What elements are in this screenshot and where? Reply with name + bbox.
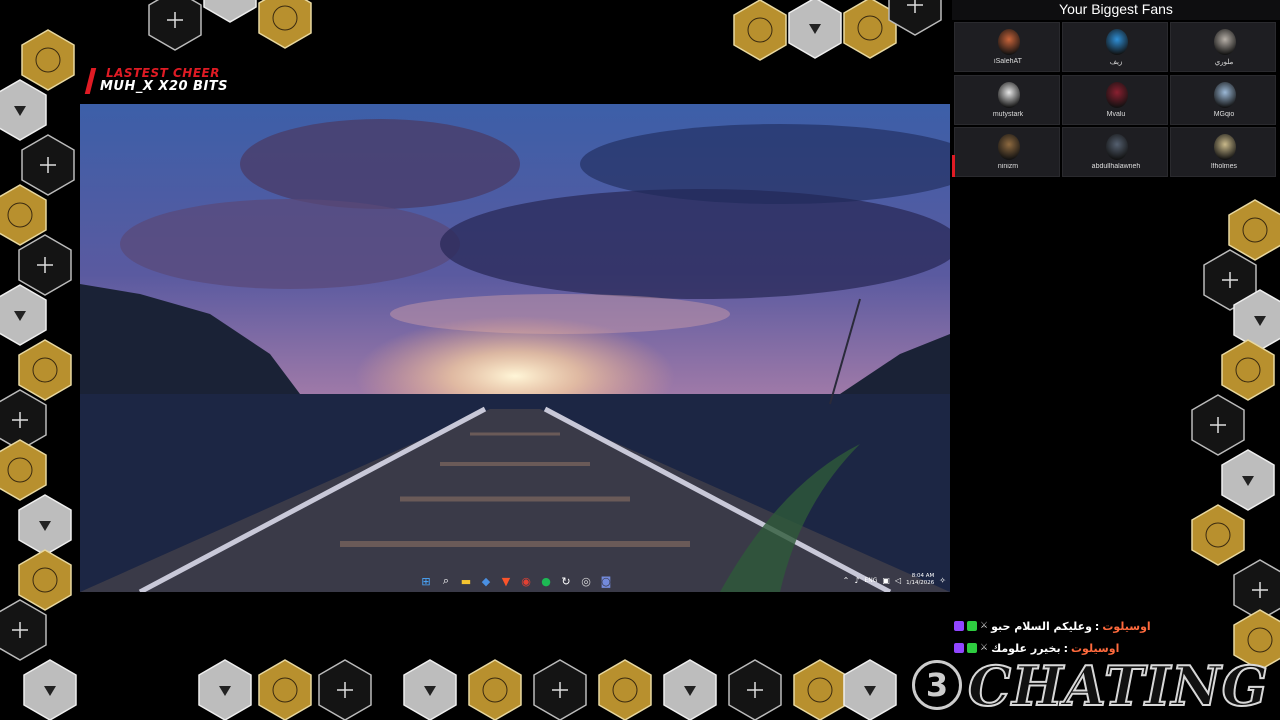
- cheer-heading: LASTEST CHEER: [106, 66, 220, 80]
- clock-date: 1/14/2026: [906, 580, 935, 586]
- avatar: [998, 29, 1020, 55]
- fan-card[interactable]: iSalehAT: [954, 22, 1060, 72]
- checkmark-badge-icon: [967, 621, 977, 631]
- fan-name: Mvalu: [1106, 111, 1126, 118]
- latest-cheer-widget: LASTEST CHEER MUH_X X20 BITS: [84, 66, 268, 96]
- system-tray: ⌃ ♪ ENG ▣ ◁ 8:04 AM 1/14/2026 ✧: [843, 573, 946, 587]
- fan-name: ninizm: [997, 163, 1019, 170]
- fan-card[interactable]: ninizm: [954, 127, 1060, 177]
- avatar: [998, 82, 1020, 108]
- chat-line: ⚔ وعليكم السلام حبو : اوسيلوت: [954, 615, 1214, 637]
- refresh-icon[interactable]: ↻: [558, 573, 574, 589]
- chat-message: وعليكم السلام حبو: [991, 619, 1092, 633]
- chat-username: اوسيلوت: [1102, 619, 1151, 633]
- avatar: [998, 134, 1020, 160]
- fan-card[interactable]: lfholmes: [1170, 127, 1276, 177]
- cheer-detail: MUH_X X20 BITS: [100, 79, 229, 94]
- fan-card[interactable]: MGqio: [1170, 75, 1276, 125]
- fan-name: abdullhalawneh: [1091, 163, 1141, 170]
- avatar: [1214, 29, 1236, 55]
- avatar: [1214, 82, 1236, 108]
- taskbar-apps: ⊞ ⌕ ▬ ◆ ▼ ◉ ● ↻ ◎ ◙: [418, 573, 614, 589]
- language-indicator[interactable]: ENG: [864, 577, 877, 584]
- channel-logo: 3 CHATING: [910, 652, 1270, 719]
- brave-icon[interactable]: ▼: [498, 573, 514, 589]
- search-icon[interactable]: ⌕: [438, 573, 454, 589]
- logo-number: 3: [912, 660, 962, 710]
- biggest-fans-panel: Your Biggest Fans iSalehAT زيف ملوري mutyst…: [952, 0, 1280, 180]
- store-icon[interactable]: ◆: [478, 573, 494, 589]
- subscriber-badge-icon: [954, 621, 964, 631]
- chevron-up-icon[interactable]: ⌃: [843, 576, 850, 585]
- fan-name: زيف: [1109, 59, 1123, 66]
- fan-card[interactable]: زيف: [1062, 22, 1168, 72]
- fan-name: mutystark: [992, 111, 1024, 118]
- fans-title: Your Biggest Fans: [952, 0, 1280, 20]
- fan-card[interactable]: ملوري: [1170, 22, 1276, 72]
- avatar: [1106, 29, 1128, 55]
- volume-icon[interactable]: ◁: [895, 576, 901, 585]
- windows-taskbar: ⊞ ⌕ ▬ ◆ ▼ ◉ ● ↻ ◎ ◙ ⌃ ♪ ENG ▣ ◁ 8:04 AM …: [80, 570, 950, 592]
- fan-name: iSalehAT: [994, 58, 1022, 65]
- microphone-icon[interactable]: ♪: [854, 576, 859, 585]
- fan-card[interactable]: mutystark: [954, 75, 1060, 125]
- spotify-icon[interactable]: ●: [538, 573, 554, 589]
- fan-name: lfholmes: [1210, 163, 1238, 170]
- clock-time: 8:04 AM: [911, 573, 935, 579]
- windows-start-icon[interactable]: ⊞: [418, 573, 434, 589]
- obs-icon[interactable]: ◎: [578, 573, 594, 589]
- discord-icon[interactable]: ◙: [598, 573, 614, 589]
- avatar: [1214, 134, 1236, 160]
- avatar: [1106, 134, 1128, 160]
- taskbar-clock[interactable]: 8:04 AM 1/14/2026: [906, 573, 934, 587]
- chrome-icon[interactable]: ◉: [518, 573, 534, 589]
- sword-badge-icon: ⚔: [980, 621, 989, 631]
- avatar: [1106, 82, 1128, 108]
- desktop-capture: ⊞ ⌕ ▬ ◆ ▼ ◉ ● ↻ ◎ ◙ ⌃ ♪ ENG ▣ ◁ 8:04 AM …: [80, 104, 950, 592]
- chat-separator: :: [1094, 619, 1100, 633]
- notification-icon[interactable]: ✧: [939, 576, 946, 585]
- fan-card[interactable]: abdullhalawneh: [1062, 127, 1168, 177]
- logo-word: CHATING: [967, 653, 1269, 719]
- file-explorer-icon[interactable]: ▬: [458, 573, 474, 589]
- fan-card[interactable]: Mvalu: [1062, 75, 1168, 125]
- wallpaper-railway-sunset: [80, 104, 950, 592]
- fan-name: ملوري: [1214, 59, 1234, 66]
- fans-accent-marker: [952, 155, 955, 177]
- network-icon[interactable]: ▣: [882, 576, 890, 585]
- fan-name: MGqio: [1213, 111, 1235, 118]
